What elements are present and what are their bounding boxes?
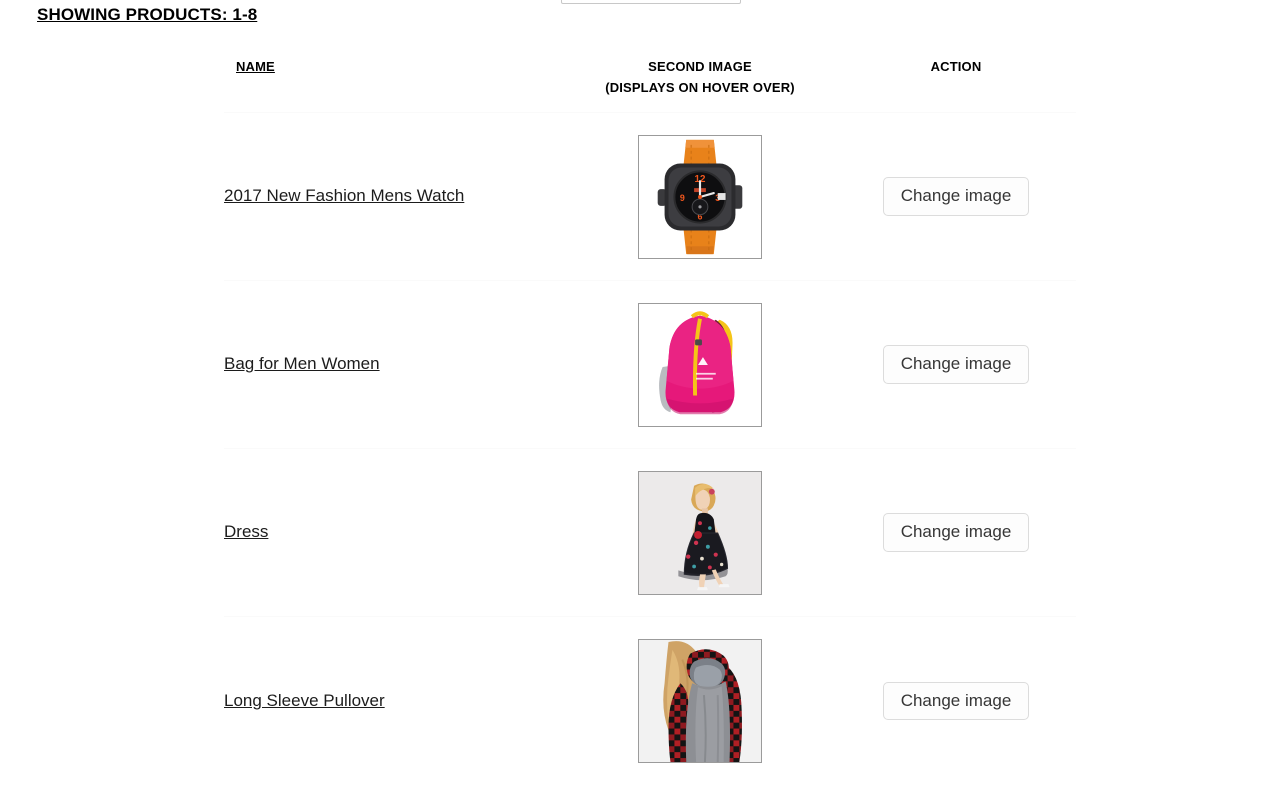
column-header-second-image-subtitle: (DISPLAYS ON HOVER OVER) xyxy=(605,80,795,96)
table-body: 2017 New Fashion Mens Watch 12 3 6 9 Cha… xyxy=(224,112,1076,785)
column-header-second-image: SECOND IMAGE (DISPLAYS ON HOVER OVER) xyxy=(564,56,836,113)
column-header-name: NAME xyxy=(224,56,564,113)
product-thumbnail[interactable]: 12 3 6 9 xyxy=(638,134,762,259)
page-title: SHOWING PRODUCTS: 1-8 xyxy=(37,5,258,24)
table-row: 2017 New Fashion Mens Watch 12 3 6 9 Cha… xyxy=(224,112,1076,281)
product-name-link[interactable]: Dress xyxy=(224,522,268,541)
product-action-cell: Change image xyxy=(836,616,1076,785)
mens-watch-image: 12 3 6 9 xyxy=(639,135,761,258)
table-row: Bag for Men Women Change image xyxy=(224,280,1076,449)
change-image-button[interactable]: Change image xyxy=(882,177,1030,216)
column-header-action-label: ACTION xyxy=(930,59,982,74)
pink-backpack-image xyxy=(639,303,761,426)
sort-by-name-link[interactable]: NAME xyxy=(236,59,275,74)
product-image-cell xyxy=(564,616,836,785)
product-name-cell: Bag for Men Women xyxy=(224,280,564,449)
table-row: Long Sleeve Pullover Change image xyxy=(224,616,1076,785)
product-image-cell xyxy=(564,448,836,617)
plaid-pullover-image xyxy=(639,639,761,762)
floral-dress-image xyxy=(639,471,761,594)
product-image-cell: 12 3 6 9 xyxy=(564,112,836,281)
table-header-row: NAME SECOND IMAGE (DISPLAYS ON HOVER OVE… xyxy=(224,56,1076,113)
product-thumbnail[interactable] xyxy=(638,470,762,595)
column-header-second-image-title: SECOND IMAGE xyxy=(648,59,752,74)
product-name-cell: 2017 New Fashion Mens Watch xyxy=(224,112,564,281)
product-name-cell: Dress xyxy=(224,448,564,617)
cut-off-input-box[interactable] xyxy=(561,0,741,4)
column-header-action: ACTION xyxy=(836,56,1076,113)
product-action-cell: Change image xyxy=(836,280,1076,449)
product-thumbnail[interactable] xyxy=(638,302,762,427)
svg-text:9: 9 xyxy=(680,193,685,203)
change-image-button[interactable]: Change image xyxy=(882,345,1030,384)
product-image-cell xyxy=(564,280,836,449)
change-image-button[interactable]: Change image xyxy=(882,513,1030,552)
change-image-button[interactable]: Change image xyxy=(882,681,1030,721)
table-header: NAME SECOND IMAGE (DISPLAYS ON HOVER OVE… xyxy=(224,56,1076,113)
products-table: NAME SECOND IMAGE (DISPLAYS ON HOVER OVE… xyxy=(224,56,1076,785)
product-name-link[interactable]: Bag for Men Women xyxy=(224,354,380,373)
product-action-cell: Change image xyxy=(836,448,1076,617)
table-row: Dress Change image xyxy=(224,448,1076,617)
product-name-link[interactable]: Long Sleeve Pullover xyxy=(224,691,385,710)
product-name-cell: Long Sleeve Pullover xyxy=(224,616,564,785)
product-thumbnail[interactable] xyxy=(638,638,762,763)
product-action-cell: Change image xyxy=(836,112,1076,281)
product-name-link[interactable]: 2017 New Fashion Mens Watch xyxy=(224,186,464,205)
